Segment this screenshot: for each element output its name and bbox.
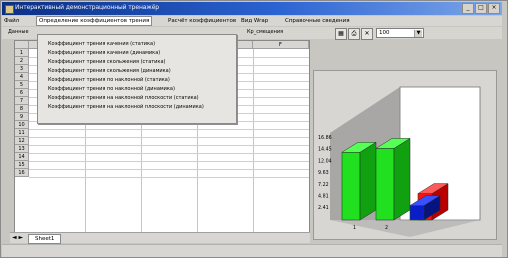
grid-divider (253, 49, 254, 233)
grid-divider (29, 129, 309, 130)
row-header[interactable]: 12 (15, 137, 29, 145)
minimize-button[interactable]: _ (462, 3, 474, 14)
row-header[interactable]: 7 (15, 97, 29, 105)
grid-divider (29, 177, 309, 178)
chart-panel: 16.86 14.45 12.04 9.63 7.22 4.81 2.41 1 2 (313, 70, 497, 240)
dropdown-item[interactable]: Коэффициент трения по наклонной (динамик… (48, 85, 175, 93)
row-header[interactable]: 2 (15, 57, 29, 65)
bar-1-front (341, 151, 361, 221)
toolbar-select-label: Кр_смещения (247, 29, 284, 35)
bar-2-side (393, 137, 411, 221)
grid-divider (29, 153, 309, 154)
bar-1-side (359, 141, 377, 221)
bar-2 (375, 137, 411, 221)
y-axis-tick-label: 16.86 (318, 135, 332, 141)
row-header[interactable]: 16 (15, 169, 29, 177)
row-header[interactable]: 8 (15, 105, 29, 113)
grid-divider (29, 161, 309, 162)
sheet-tab[interactable]: Sheet1 (28, 234, 62, 244)
y-axis-tick-label: 9.63 (318, 170, 329, 176)
menu-item-friction[interactable]: Определение коэффициентов трения (36, 16, 153, 26)
status-bar (2, 244, 502, 257)
delete-button[interactable]: ✕ (361, 28, 373, 40)
menu-item-help[interactable]: Справочные сведения (285, 17, 350, 25)
menu-item-view[interactable]: Вид Wrap (241, 17, 268, 25)
grid-divider (29, 169, 309, 170)
dropdown-item[interactable]: Коэффициент трения скольжения (статика) (48, 58, 165, 66)
column-header-f[interactable]: F (253, 41, 309, 49)
menu-bar: Файл Определение коэффициентов трения Ра… (2, 16, 502, 26)
friction-dropdown-menu: Коэффициент трения качения (статика) Коэ… (37, 34, 237, 124)
row-header[interactable]: 3 (15, 65, 29, 73)
row-header[interactable]: 11 (15, 129, 29, 137)
row-header[interactable]: 4 (15, 73, 29, 81)
row-header[interactable]: 6 (15, 89, 29, 97)
y-axis-tick-label: 12.04 (318, 158, 332, 164)
corner-cell (15, 41, 29, 49)
dropdown-item[interactable]: Коэффициент трения на наклонной плоскост… (48, 94, 199, 102)
y-axis-tick-label: 7.22 (318, 182, 329, 188)
app-icon (5, 5, 14, 14)
dropdown-item[interactable]: Коэффициент трения на наклонной плоскост… (48, 103, 204, 111)
row-header[interactable]: 14 (15, 153, 29, 161)
y-axis-labels: 16.86 14.45 12.04 9.63 7.22 4.81 2.41 (318, 135, 332, 211)
maximize-button[interactable]: □ (475, 3, 487, 14)
3d-bar-chart: 16.86 14.45 12.04 9.63 7.22 4.81 2.41 1 2 (318, 86, 481, 237)
sheet-navigation[interactable]: ◄ ► (12, 234, 23, 242)
menu-item-calculation[interactable]: Расчёт коэффициентов (168, 17, 236, 25)
dropdown-item[interactable]: Коэффициент трения качения (динамика) (48, 49, 160, 57)
row-header[interactable]: 10 (15, 121, 29, 129)
toolbar-data-label: Данные (8, 29, 29, 35)
y-axis-tick-label: 2.41 (318, 205, 329, 211)
close-button[interactable]: × (488, 3, 500, 14)
grid-divider (29, 137, 309, 138)
chevron-down-icon: ▼ (414, 30, 422, 37)
dropdown-item[interactable]: Коэффициент трения по наклонной (статика… (48, 76, 170, 84)
bar-2-front (375, 148, 395, 221)
application-window: Интерактивный демонстрационный тренажёр … (0, 0, 508, 258)
dropdown-item[interactable]: Коэффициент трения качения (статика) (48, 40, 155, 48)
grid-divider (29, 145, 309, 146)
row-header[interactable]: 13 (15, 145, 29, 153)
bar-4-front (409, 205, 425, 221)
dropdown-item[interactable]: Коэффициент трения скольжения (динамика) (48, 67, 171, 75)
sheet-tab-strip: ◄ ► Sheet1 (10, 232, 310, 244)
row-header[interactable]: 15 (15, 161, 29, 169)
window-title: Интерактивный демонстрационный тренажёр (15, 4, 159, 11)
print-button[interactable]: ⎙ (348, 28, 360, 40)
title-bar: Интерактивный демонстрационный тренажёр … (2, 2, 502, 15)
x-axis-tick-label: 2 (385, 225, 388, 231)
chart-button[interactable]: ▦ (335, 28, 347, 40)
bar-1 (341, 141, 377, 221)
window-controls: _ □ × (462, 3, 500, 14)
row-header[interactable]: 9 (15, 113, 29, 121)
menu-item-file[interactable]: Файл (4, 17, 19, 25)
row-header[interactable]: 5 (15, 81, 29, 89)
y-axis-tick-label: 4.81 (318, 194, 329, 200)
zoom-value: 100 (379, 30, 390, 36)
y-axis-tick-label: 14.45 (318, 147, 332, 153)
x-axis-tick-label: 1 (353, 225, 356, 231)
row-header[interactable]: 1 (15, 49, 29, 57)
zoom-select[interactable]: 100 ▼ (376, 28, 424, 38)
